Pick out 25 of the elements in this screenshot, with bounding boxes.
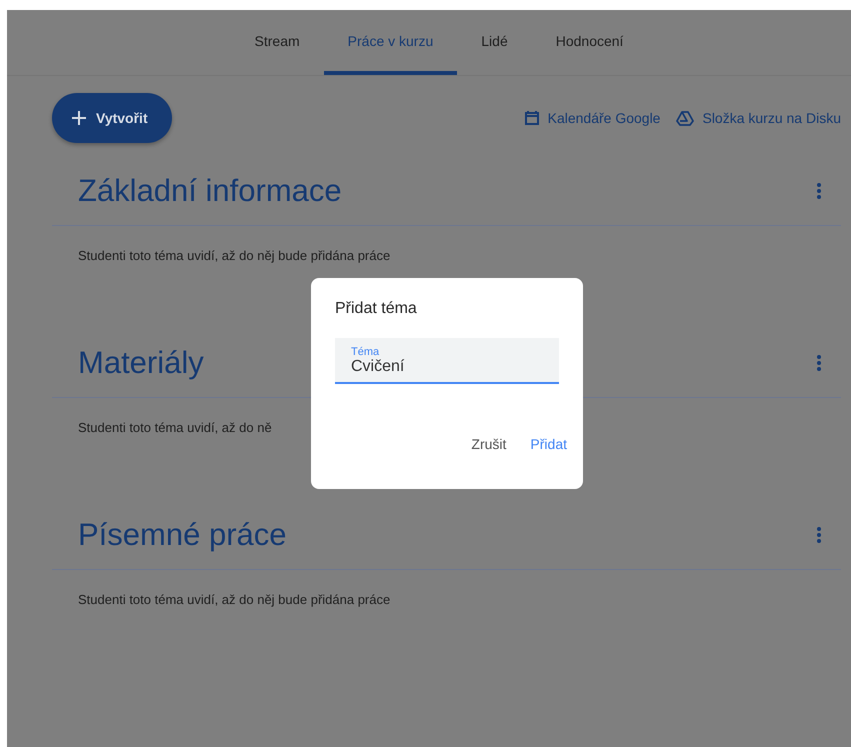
plus-icon: [72, 111, 86, 125]
tab[interactable]: Práce v kurzu: [324, 10, 458, 75]
tab[interactable]: Lidé: [457, 10, 532, 75]
more-options-icon[interactable]: [817, 183, 821, 199]
topic-input-field[interactable]: Cvičení: [351, 358, 543, 376]
topic-note: Studenti toto téma uvidí, až do ně: [78, 420, 272, 435]
create-button[interactable]: Vytvořit: [52, 93, 172, 143]
more-options-icon[interactable]: [817, 527, 821, 543]
dialog-button[interactable]: Přidat: [530, 436, 567, 452]
topic-note: Studenti toto téma uvidí, až do něj bude přidána práce: [78, 592, 390, 607]
tab[interactable]: Stream: [230, 10, 324, 75]
drive-icon: [676, 110, 694, 126]
dialog-title: Přidat téma: [335, 300, 418, 318]
toolbar-link[interactable]: Kalendáře Google: [524, 110, 660, 126]
toolbar-link[interactable]: Složka kurzu na Disku: [676, 110, 841, 126]
topic-title: Základní informace: [78, 173, 342, 209]
more-options-icon[interactable]: [817, 355, 821, 371]
dialog-button[interactable]: Zrušit: [471, 436, 506, 452]
field-label: Téma: [351, 346, 380, 358]
topic-field[interactable]: Téma Cvičení: [335, 338, 559, 384]
topic-title: Písemné práce: [78, 517, 286, 553]
topic-title: Materiály: [78, 345, 204, 381]
tab[interactable]: Hodnocení: [532, 10, 648, 75]
topic-note: Studenti toto téma uvidí, až do něj bude přidána práce: [78, 248, 390, 263]
calendar-icon: [524, 110, 540, 126]
